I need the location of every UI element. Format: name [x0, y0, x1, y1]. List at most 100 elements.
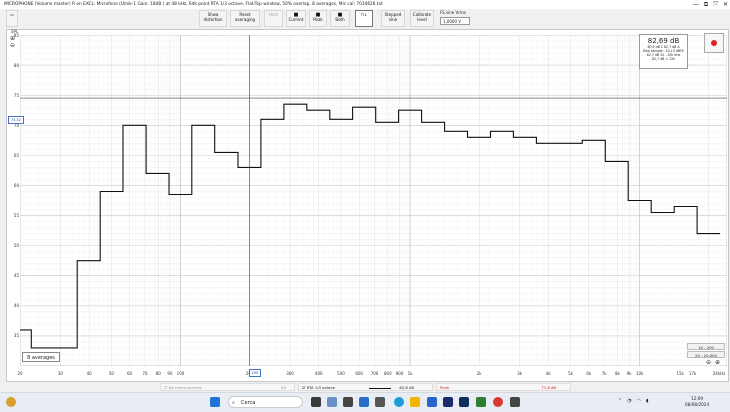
y-tick-label: 80: [13, 62, 19, 68]
title-bar: MICROPHONE (Volume master) R on EXCL: Mi…: [0, 0, 730, 9]
search-icon: ⌕: [232, 400, 235, 406]
rta-chart[interactable]: [20, 35, 727, 366]
clock[interactable]: 12:09 08/08/2024: [685, 396, 709, 408]
legend-bar: ☐ No measurement 80 ☑ RTA 1/3 octave 62,8 …: [0, 382, 730, 392]
range-20-20000-button[interactable]: 20 - 20.000: [687, 351, 725, 358]
x-tick-label: 15k: [676, 371, 684, 376]
window-title: MICROPHONE (Volume master) R on EXCL: Mi…: [4, 2, 383, 7]
network-icon: ◔: [627, 398, 632, 404]
x-tick-label: 70: [142, 371, 148, 376]
app-icon-1[interactable]: [343, 397, 353, 407]
search-input[interactable]: ⌕ Cerca: [228, 396, 303, 408]
system-tray[interactable]: ⌃ ◔ ◠ ◖: [618, 398, 649, 404]
x-tick-label: 1k: [407, 371, 413, 376]
x-zoom-out-icon[interactable]: ⊖: [706, 359, 711, 366]
start-icon[interactable]: [210, 397, 220, 407]
reset-averaging-button[interactable]: Reset averaging: [230, 10, 260, 27]
y-tick-label: 40: [13, 303, 19, 309]
app-icon-6[interactable]: [476, 397, 486, 407]
x-tick-label: 20: [17, 371, 23, 376]
y-tick-label: 65: [13, 152, 19, 158]
toolbar: ▭ Show distortion Reset averaging Hold ■ Cu…: [0, 9, 730, 29]
y-tick-label: 85: [13, 32, 19, 38]
wifi-icon: ◠: [636, 398, 641, 404]
cursor-y-label: 74,52: [8, 116, 24, 124]
x-tick-label: 700: [370, 371, 379, 376]
x-tick-label: 900: [395, 371, 404, 376]
widgets-icon[interactable]: [327, 397, 337, 407]
step-view-icon[interactable]: ⊓↓: [355, 10, 373, 27]
x-tick-label: 2k: [476, 371, 482, 376]
calibrate-level-button[interactable]: Calibrate level: [410, 10, 434, 27]
x-tick-label: 60: [127, 371, 133, 376]
x-tick-label: 90: [167, 371, 173, 376]
level-readout: 82,69 dB 60,9 dB C 82,7 dB A Raw sample:…: [639, 34, 688, 69]
x-tick-label: 800: [384, 371, 392, 376]
averages-box: 8 averages: [22, 352, 60, 362]
x-tick-label: 400: [314, 371, 323, 376]
x-tick-label: 50: [108, 371, 114, 376]
level-value: 82,69 dB: [647, 37, 680, 45]
x-tick-label: 30: [57, 371, 63, 376]
x-tick-label: 10k: [635, 371, 644, 376]
fs-sine-input[interactable]: 1,0000 V: [440, 17, 470, 25]
chevron-up-icon: ⌃: [618, 398, 623, 404]
y-tick-label: 55: [13, 213, 19, 219]
legend-rta[interactable]: ☑ RTA 1/3 octave 62,8 dB: [298, 383, 433, 391]
peak-button[interactable]: ■ Peak: [309, 10, 327, 27]
legend-peak[interactable]: Peak 71,8 dB: [436, 383, 571, 391]
task-view-icon[interactable]: [311, 397, 321, 407]
y-tick-label: 60: [13, 182, 19, 188]
expand-button[interactable]: ⤧: [713, 0, 718, 9]
app-icon-5[interactable]: [459, 397, 469, 407]
clock-date: 08/08/2024: [685, 402, 710, 407]
y-tick-label: 50: [13, 243, 19, 249]
legend-no-measurement[interactable]: ☐ No measurement 80: [160, 383, 295, 391]
save-icon[interactable]: ▭: [6, 10, 18, 27]
y-tick-label: 35: [13, 333, 19, 339]
x-tick-label: 40: [86, 371, 92, 376]
level-line-4: 82,7 dB < 12k: [652, 57, 675, 61]
app-icon-3[interactable]: [375, 397, 385, 407]
record-button[interactable]: [704, 33, 724, 53]
cursor-x-label: 200: [249, 369, 261, 377]
x-tick-label: 17k: [688, 371, 697, 376]
x-tick-label: 6k: [586, 371, 592, 376]
app-icon-4[interactable]: [443, 397, 453, 407]
zoom-out-icon[interactable]: ⊖: [10, 42, 15, 49]
x-tick-label: 4k: [545, 371, 551, 376]
both-button[interactable]: ■ Both: [330, 10, 350, 27]
stepped-sine-button[interactable]: Stepped sine: [381, 10, 405, 27]
app-icon-2[interactable]: [359, 397, 369, 407]
fs-sine-label: FS sine Vrms: [440, 10, 466, 15]
x-tick-label: 7k: [601, 371, 607, 376]
x-zoom-in-icon[interactable]: ⊕: [715, 359, 720, 366]
plot-panel: SPL ⊕ ⊖ SPL▾ 8580757065605550454035 2030…: [6, 29, 729, 382]
edge-icon[interactable]: [394, 397, 404, 407]
store-icon[interactable]: [427, 397, 437, 407]
maximize-button[interactable]: ⧉: [704, 0, 708, 9]
taskbar: ⌕ Cerca ⌃ ◔ ◠ ◖ 12:09 08/08/2024: [0, 392, 730, 412]
weather-icon[interactable]: [6, 397, 16, 407]
file-explorer-icon[interactable]: [410, 397, 420, 407]
record-icon: [711, 40, 717, 46]
show-distortion-button[interactable]: Show distortion: [199, 10, 227, 27]
y-tick-label: 75: [13, 92, 19, 98]
minimize-button[interactable]: —: [693, 0, 699, 9]
x-tick-label: 300: [286, 371, 294, 376]
x-tick-label: 9k: [626, 371, 632, 376]
x-tick-label: 600: [355, 371, 363, 376]
close-button[interactable]: ✕: [723, 0, 728, 9]
fs-sine-field: FS sine Vrms 1,0000 V: [436, 10, 476, 27]
x-tick-label: 5k: [568, 371, 574, 376]
current-button[interactable]: ■ Current: [286, 10, 306, 27]
x-tick-label: 3k: [517, 371, 523, 376]
x-tick-label: 500: [337, 371, 345, 376]
x-tick-label: 100: [176, 371, 185, 376]
y-tick-label: 45: [13, 273, 19, 279]
range-10-200-button[interactable]: 10 - 200: [687, 343, 725, 350]
chrome-icon[interactable]: [493, 397, 503, 407]
app-icon-7[interactable]: [510, 397, 520, 407]
hold-button[interactable]: Hold: [264, 10, 283, 27]
volume-icon: ◖: [645, 398, 649, 404]
